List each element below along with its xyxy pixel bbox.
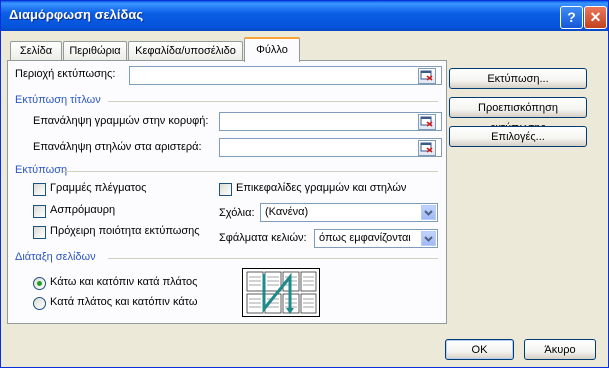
comments-value: (Κανένα): [265, 206, 309, 218]
headings-checkbox[interactable]: [219, 183, 232, 196]
chevron-down-icon[interactable]: [421, 205, 436, 220]
sheet-tab-panel: Περιοχή εκτύπωσης: Εκτύπωση τίτλων Επανά…: [7, 60, 447, 324]
black-white-checkbox[interactable]: [33, 205, 46, 218]
print-area-input[interactable]: [129, 66, 442, 85]
tab-page[interactable]: Σελίδα: [10, 41, 62, 61]
page-order-preview-icon: [242, 268, 320, 317]
cell-errors-select[interactable]: όπως εμφανίζονται: [314, 229, 438, 248]
repeat-rows-label: Επανάληψη γραμμών στην κορυφή:: [33, 115, 209, 127]
print-button[interactable]: Εκτύπωση...: [449, 68, 587, 89]
tab-margins[interactable]: Περιθώρια: [63, 41, 127, 61]
draft-quality-checkbox[interactable]: [33, 226, 46, 239]
help-icon: ?: [567, 9, 576, 25]
down-then-over-label: Κάτω και κατόπιν κατά πλάτος: [50, 276, 198, 288]
window-title: Διαμόρφωση σελίδας: [9, 7, 144, 22]
options-button[interactable]: Επιλογές...: [449, 126, 587, 147]
over-then-down-label: Κατά πλάτος και κατόπιν κάτω: [50, 296, 198, 308]
divider: [108, 101, 438, 102]
ok-button[interactable]: OK: [445, 339, 514, 360]
repeat-cols-label: Επανάληψη στηλών στα αριστερά:: [33, 141, 202, 153]
black-white-label: Ασπρόμαυρη: [50, 204, 116, 216]
repeat-cols-input[interactable]: [219, 138, 442, 157]
comments-label: Σχόλια:: [219, 207, 255, 219]
cell-errors-label: Σφάλματα κελιών:: [219, 232, 307, 244]
collapse-dialog-icon[interactable]: [418, 68, 436, 84]
collapse-dialog-icon[interactable]: [418, 114, 436, 130]
help-button[interactable]: ?: [560, 6, 583, 29]
divider: [108, 258, 438, 259]
radio-selected-dot: [37, 281, 42, 286]
print-preview-button[interactable]: Προεπισκόπηση εκτύπωσης: [449, 97, 587, 134]
headings-label: Επικεφαλίδες γραμμών και στηλών: [236, 182, 407, 194]
print-heading: Εκτύπωση: [15, 164, 68, 176]
divider: [63, 171, 438, 172]
close-button[interactable]: ✕: [584, 6, 607, 29]
comments-select[interactable]: (Κανένα): [260, 203, 438, 222]
cancel-button[interactable]: Άκυρο: [524, 339, 596, 360]
page-order-heading: Διάταξη σελίδων: [15, 251, 96, 263]
down-then-over-radio[interactable]: [33, 277, 46, 290]
draft-quality-label: Πρόχειρη ποιότητα εκτύπωσης: [50, 225, 200, 237]
print-area-label: Περιοχή εκτύπωσης:: [15, 68, 116, 80]
tab-sheet[interactable]: Φύλλο: [244, 37, 300, 62]
cell-errors-value: όπως εμφανίζονται: [319, 232, 411, 244]
close-icon: ✕: [589, 9, 602, 25]
repeat-rows-input[interactable]: [219, 112, 442, 131]
chevron-down-icon[interactable]: [421, 231, 436, 246]
print-titles-heading: Εκτύπωση τίτλων: [15, 94, 101, 106]
collapse-dialog-icon[interactable]: [418, 140, 436, 156]
page-setup-dialog: Διαμόρφωση σελίδας ? ✕ Σελίδα Περιθώρια …: [0, 0, 609, 368]
gridlines-checkbox[interactable]: [33, 183, 46, 196]
over-then-down-radio[interactable]: [33, 297, 46, 310]
title-bar[interactable]: Διαμόρφωση σελίδας ? ✕: [1, 1, 608, 31]
gridlines-label: Γραμμές πλέγματος: [50, 182, 147, 194]
tab-header-footer[interactable]: Κεφαλίδα/υποσέλιδο: [128, 41, 243, 61]
